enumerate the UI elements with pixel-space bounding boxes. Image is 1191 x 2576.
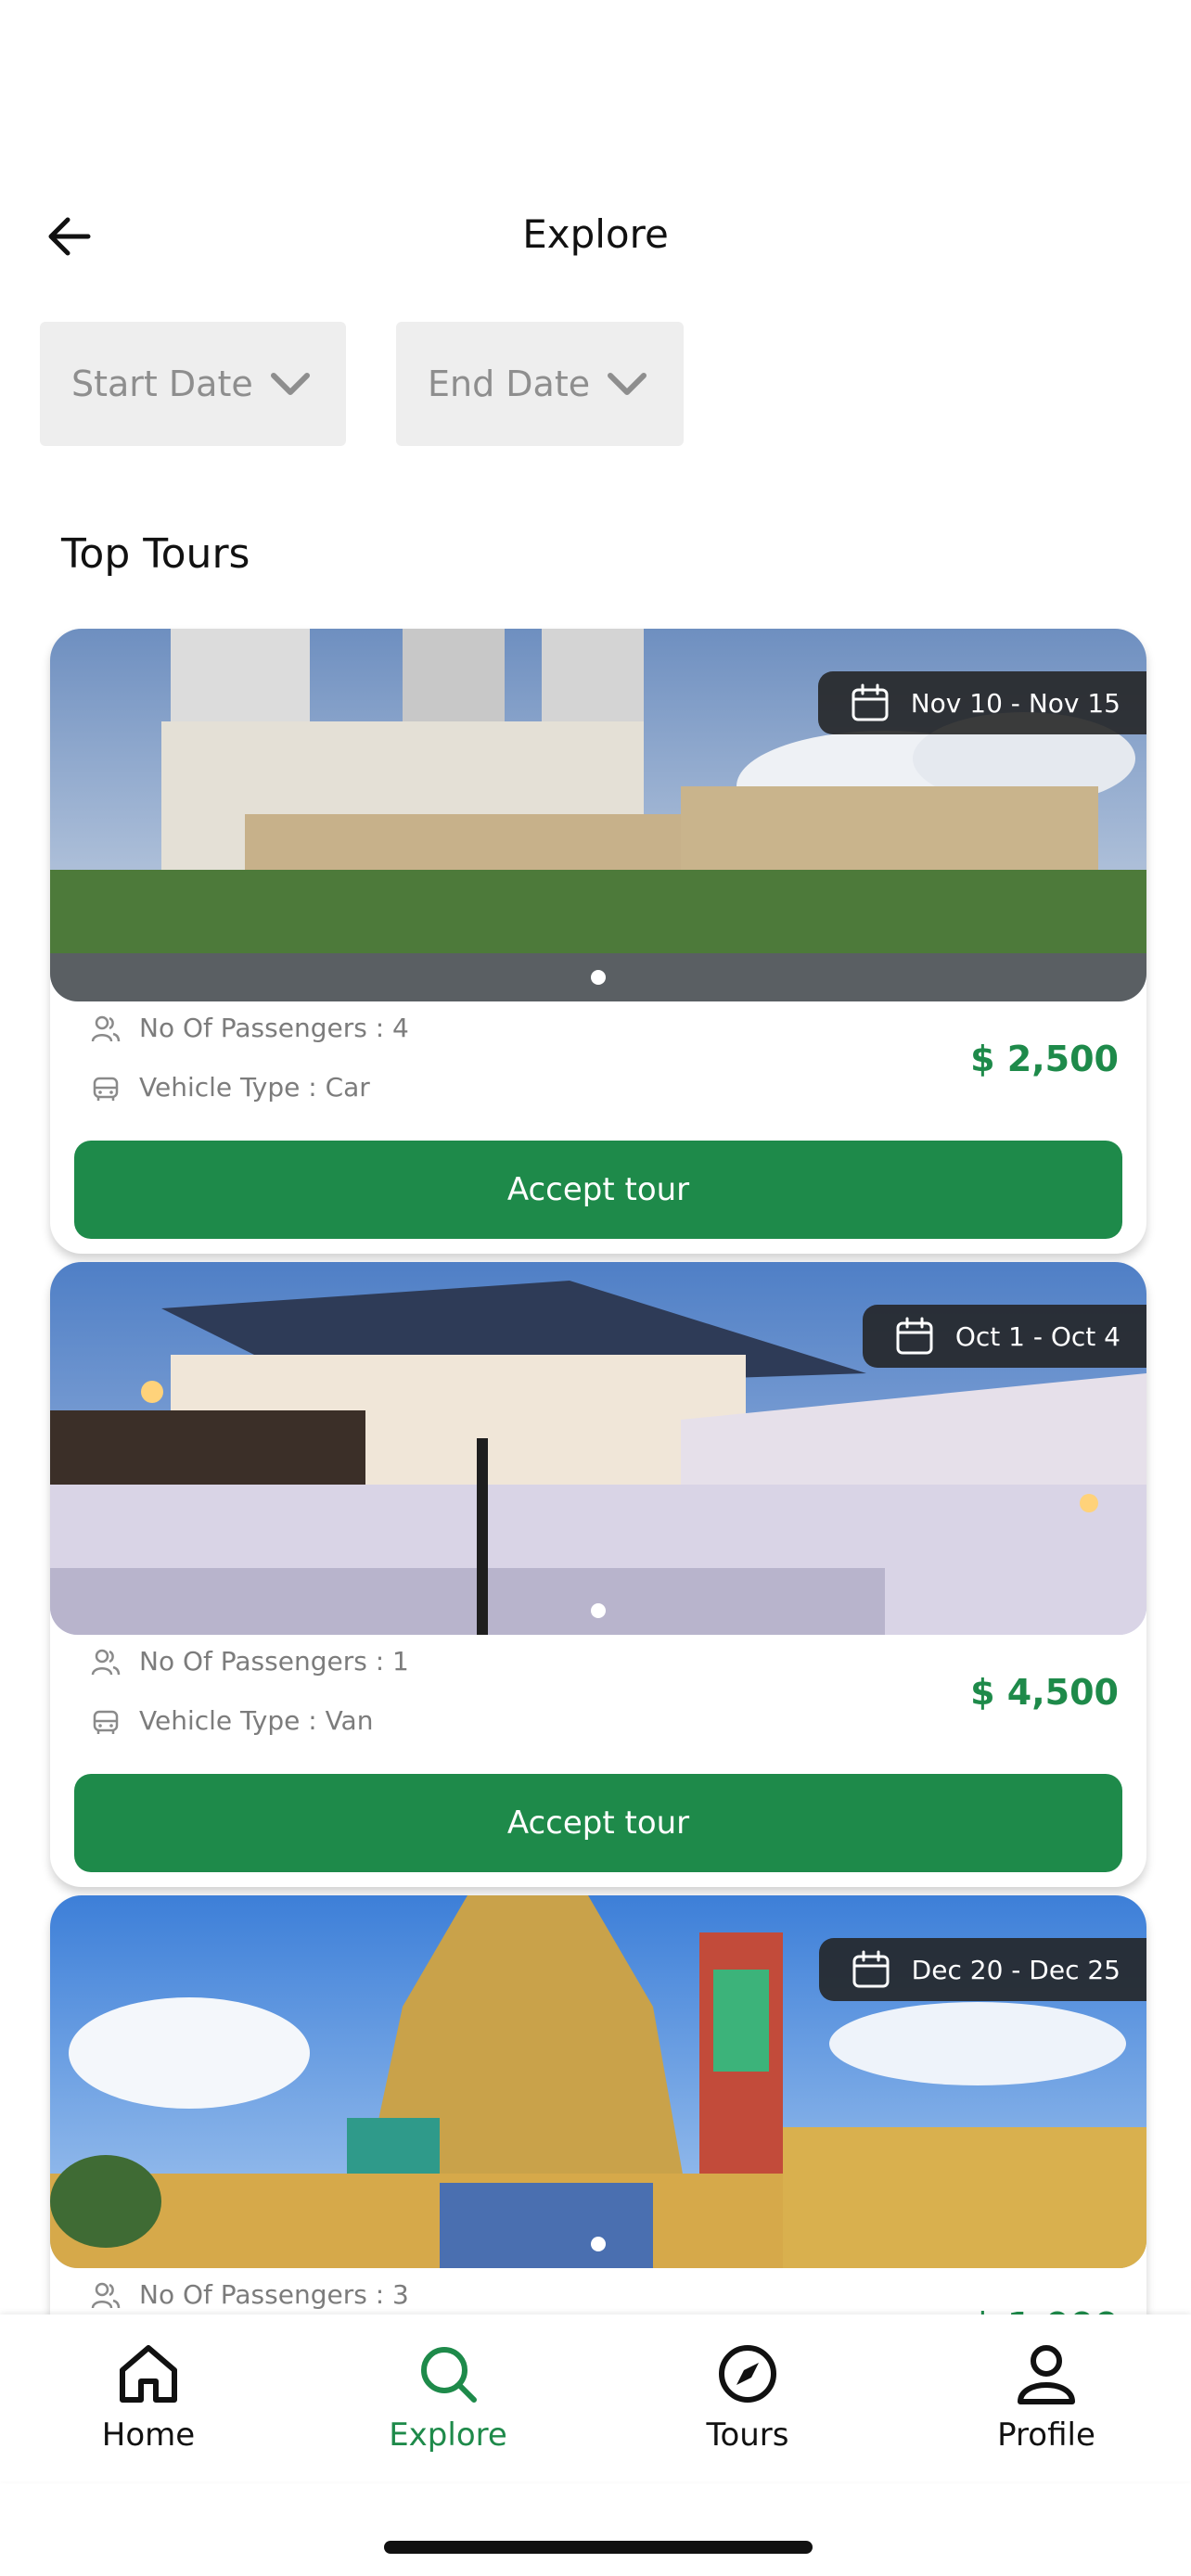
end-date-select[interactable]: End Date — [396, 322, 684, 446]
date-range: Oct 1 - Oct 4 — [954, 1320, 1121, 1352]
accept-tour-button[interactable]: Accept tour — [74, 1141, 1122, 1239]
passengers-icon — [91, 1015, 121, 1041]
tour-card[interactable]: Nov 10 - Nov 15 No Of Passengers : 4 Veh… — [50, 629, 1146, 1254]
vehicle-row: Vehicle Type : Car — [91, 1072, 370, 1103]
tour-info: No Of Passengers : 1 Vehicle Type : Van … — [50, 1635, 1146, 1774]
tour-image: Oct 1 - Oct 4 — [50, 1262, 1146, 1635]
passengers-row: No Of Passengers : 3 — [91, 2279, 409, 2310]
profile-icon — [1018, 2345, 1075, 2404]
chevron-down-icon — [270, 373, 310, 395]
chevron-down-icon — [608, 373, 647, 395]
nav-home[interactable]: Home — [56, 2340, 241, 2454]
date-badge: Oct 1 - Oct 4 — [862, 1305, 1146, 1368]
passengers-text: No Of Passengers : 1 — [139, 1646, 409, 1677]
start-date-select[interactable]: Start Date — [40, 322, 346, 446]
nav-explore[interactable]: Explore — [355, 2340, 541, 2454]
vehicle-row: Vehicle Type : Van — [91, 1705, 373, 1736]
header: Explore — [0, 195, 1191, 278]
nav-profile-label: Profile — [997, 2417, 1095, 2454]
start-date-label: Start Date — [71, 363, 253, 404]
carousel-dot[interactable] — [591, 970, 606, 985]
accept-tour-button[interactable]: Accept tour — [74, 1774, 1122, 1872]
passengers-row: No Of Passengers : 1 — [91, 1646, 409, 1677]
vehicle-text: Vehicle Type : Van — [139, 1705, 374, 1736]
tour-info: No Of Passengers : 3 $ 1,000 — [50, 2268, 1146, 2315]
section-title: Top Tours — [61, 530, 250, 578]
calendar-icon — [896, 1317, 933, 1355]
vehicle-icon — [93, 1077, 119, 1101]
tour-image: Dec 20 - Dec 25 — [50, 1895, 1146, 2268]
date-badge: Dec 20 - Dec 25 — [818, 1938, 1146, 2001]
page-title: Explore — [522, 211, 669, 257]
passengers-row: No Of Passengers : 4 — [91, 1013, 409, 1043]
search-icon — [421, 2347, 477, 2403]
end-date-label: End Date — [428, 363, 591, 404]
tour-list[interactable]: Nov 10 - Nov 15 No Of Passengers : 4 Veh… — [0, 612, 1191, 2315]
carousel-dot[interactable] — [591, 2237, 606, 2251]
tour-info: No Of Passengers : 4 Vehicle Type : Car … — [50, 1001, 1146, 1141]
tour-image: Nov 10 - Nov 15 — [50, 629, 1146, 1001]
nav-tours-label: Tours — [706, 2417, 789, 2454]
calendar-icon — [852, 683, 889, 721]
vehicle-text: Vehicle Type : Car — [139, 1072, 370, 1103]
nav-explore-label: Explore — [389, 2417, 507, 2454]
nav-profile[interactable]: Profile — [954, 2340, 1139, 2454]
nav-home-label: Home — [101, 2417, 196, 2454]
passengers-text: No Of Passengers : 3 — [139, 2279, 409, 2310]
nav-tours[interactable]: Tours — [655, 2340, 840, 2454]
home-indicator — [384, 2541, 813, 2554]
tour-price: $ 2,500 — [970, 1039, 1119, 1079]
passengers-icon — [91, 2282, 121, 2308]
tour-card[interactable]: Dec 20 - Dec 25 No Of Passengers : 3 $ 1… — [50, 1895, 1146, 2315]
calendar-icon — [852, 1950, 890, 1988]
home-icon — [120, 2345, 177, 2403]
passengers-icon — [91, 1649, 121, 1675]
tour-price: $ 1,000 — [970, 2305, 1119, 2315]
carousel-dot[interactable] — [591, 1603, 606, 1618]
passengers-text: No Of Passengers : 4 — [139, 1013, 409, 1043]
vehicle-icon — [93, 1710, 119, 1734]
compass-icon — [719, 2345, 776, 2403]
tour-card[interactable]: Oct 1 - Oct 4 No Of Passengers : 1 Vehic… — [50, 1262, 1146, 1887]
bottom-nav: Home Explore Tours Profile — [0, 2315, 1191, 2481]
date-range: Dec 20 - Dec 25 — [911, 1954, 1121, 1985]
date-badge: Nov 10 - Nov 15 — [817, 671, 1146, 734]
tour-price: $ 4,500 — [970, 1672, 1119, 1713]
date-filters: Start Date End Date — [40, 322, 684, 446]
date-range: Nov 10 - Nov 15 — [910, 687, 1121, 719]
